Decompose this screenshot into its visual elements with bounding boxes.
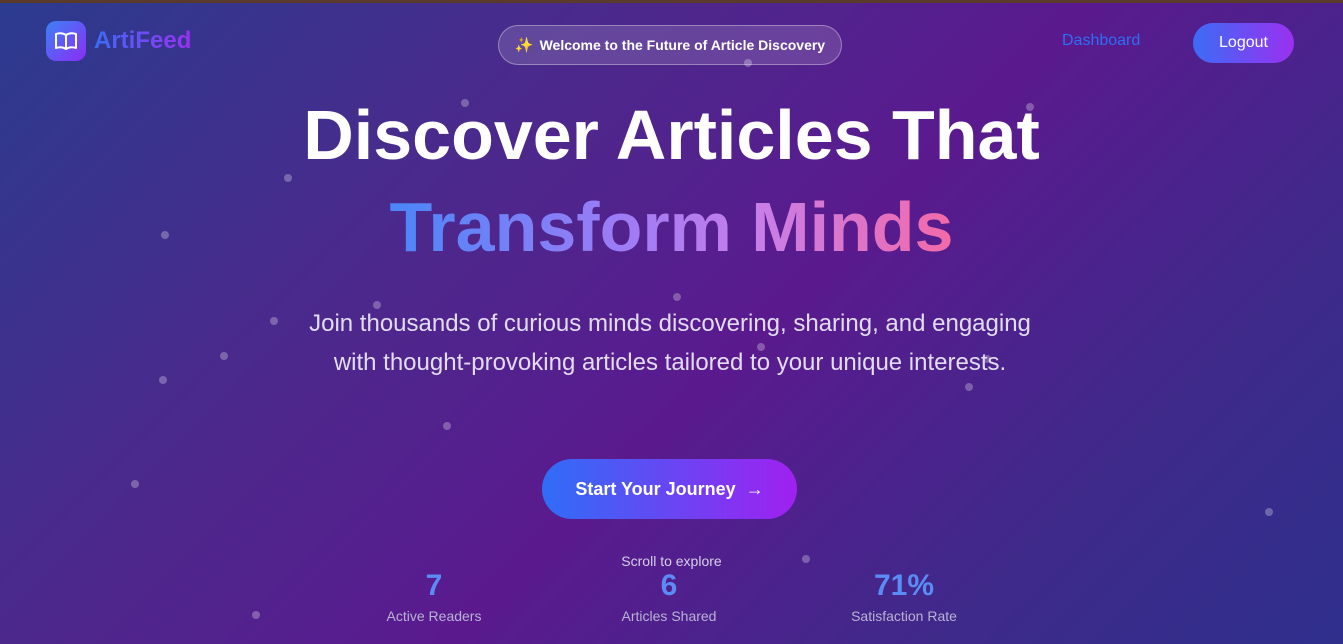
logout-button[interactable]: Logout <box>1193 23 1294 63</box>
stat-value: 7 <box>425 569 443 602</box>
stat-satisfaction-rate: 71% Satisfaction Rate <box>804 568 1004 624</box>
background-particle <box>284 174 292 182</box>
background-particle <box>252 611 260 619</box>
sparkles-icon: ✨ <box>514 37 534 54</box>
background-particle <box>270 317 278 325</box>
background-particle <box>1265 508 1273 516</box>
hero-title-accent: Transform Minds <box>0 185 1343 269</box>
stat-value: 71% <box>873 569 935 602</box>
hero-subtitle: Join thousands of curious minds discover… <box>309 310 1031 376</box>
background-particle <box>443 422 451 430</box>
background-particle <box>131 480 139 488</box>
stat-label: Satisfaction Rate <box>851 608 957 624</box>
brand-logo[interactable]: ArtiFeed <box>46 21 191 61</box>
welcome-badge: ✨ Welcome to the Future of Article Disco… <box>498 25 842 65</box>
stat-articles-shared: 6 Articles Shared <box>569 568 769 624</box>
background-particle <box>220 352 228 360</box>
stat-value: 6 <box>660 569 678 602</box>
hero-title-accent-text: Transform Minds <box>389 188 954 266</box>
welcome-text: Welcome to the Future of Article Discove… <box>539 37 826 53</box>
arrow-right-icon: → <box>745 478 764 499</box>
brand-name: ArtiFeed <box>94 27 192 54</box>
stat-label: Active Readers <box>386 608 482 624</box>
hero-title: Discover Articles That <box>303 96 1040 174</box>
stat-active-readers: 7 Active Readers <box>334 568 534 624</box>
background-particle <box>965 383 973 391</box>
dashboard-link[interactable]: Dashboard <box>1062 32 1140 50</box>
start-journey-button[interactable]: Start Your Journey → <box>542 459 797 519</box>
open-book-icon <box>46 21 86 61</box>
scroll-hint: Scroll to explore <box>621 553 722 569</box>
background-particle <box>159 376 167 384</box>
cta-label: Start Your Journey <box>575 478 736 499</box>
stat-label: Articles Shared <box>621 608 717 624</box>
background-particle <box>673 293 681 301</box>
